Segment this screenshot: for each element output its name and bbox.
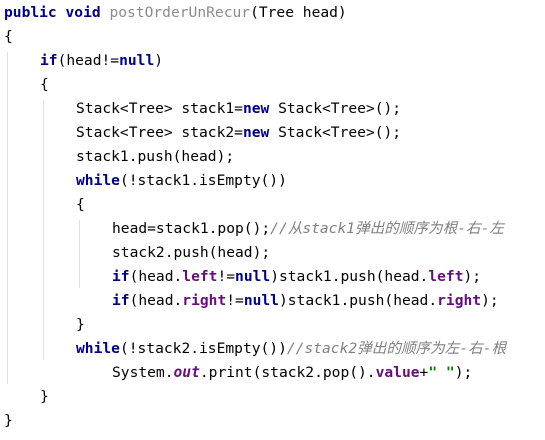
code-token: } — [76, 316, 85, 333]
keyword-token: null — [235, 268, 271, 285]
code-token: (Tree head) — [250, 4, 347, 21]
code-line: if(head.right!=null)stack1.push(head.rig… — [112, 290, 499, 314]
code-token: { — [4, 28, 13, 45]
code-line: Stack<Tree> stack1=new Stack<Tree>(); — [76, 98, 401, 122]
keyword-token: if — [112, 268, 130, 285]
field-token: value — [375, 364, 420, 381]
code-token: { — [40, 76, 49, 93]
code-token: != — [217, 268, 236, 285]
code-token: } — [4, 412, 13, 429]
code-line: System.out.print(stack2.pop().value+" ")… — [112, 362, 472, 386]
comment-token: //stack2弹出的顺序为左-右-根 — [286, 340, 507, 357]
code-line: } — [76, 314, 85, 338]
indent-guide — [43, 100, 44, 360]
code-token: ); — [481, 292, 499, 309]
code-line: } — [40, 386, 49, 410]
code-line: } — [4, 410, 13, 434]
code-line: stack2.push(head); — [112, 242, 270, 266]
code-line: head=stack1.pop();//从stack1弹出的顺序为根-右-左 — [112, 218, 504, 242]
comment-token: //从stack1弹出的顺序为根-右-左 — [270, 220, 504, 237]
code-token: Stack<Tree>(); — [269, 124, 402, 141]
code-token: ); — [454, 364, 473, 381]
code-token: (!stack2.isEmpty()) — [119, 340, 287, 357]
keyword-token: void — [65, 4, 101, 21]
method-name-token: postOrderUnRecur — [109, 4, 251, 21]
code-token: Stack<Tree> stack2= — [76, 124, 243, 141]
code-token: ); — [463, 268, 482, 285]
code-line: { — [40, 74, 49, 98]
field-token: right — [182, 292, 227, 309]
code-token: System. — [112, 364, 174, 381]
code-area[interactable]: public void postOrderUnRecur(Tree head) {… — [4, 2, 542, 438]
code-token: (!stack1.isEmpty()) — [119, 172, 287, 189]
code-token: )stack1.push(head. — [270, 268, 429, 285]
code-line: while(!stack2.isEmpty())//stack2弹出的顺序为左-… — [76, 338, 506, 362]
field-token: left — [428, 268, 464, 285]
code-token: (head!= — [57, 52, 120, 69]
code-token: { — [76, 196, 85, 213]
code-token: head=stack1.pop(); — [112, 220, 271, 237]
keyword-token: null — [243, 292, 279, 309]
field-token: right — [437, 292, 482, 309]
code-line: stack1.push(head); — [76, 146, 234, 170]
indent-guide — [79, 220, 80, 288]
keyword-token: if — [40, 52, 58, 69]
code-token: stack2.push(head); — [112, 244, 271, 261]
indent-guide — [7, 52, 8, 384]
keyword-token: null — [119, 52, 155, 69]
keyword-token: public — [4, 4, 57, 21]
code-editor-screenshot: { "editor": { "language": "java", "lines… — [0, 0, 545, 440]
keyword-token: new — [242, 124, 270, 141]
code-line: if(head.left!=null)stack1.push(head.left… — [112, 266, 481, 290]
code-token: stack1.push(head); — [76, 148, 235, 165]
code-token: )stack1.push(head. — [278, 292, 438, 309]
code-token: } — [40, 388, 49, 405]
code-line: { — [4, 26, 13, 50]
code-token: .print(stack2.pop(). — [199, 364, 376, 381]
code-line: { — [76, 194, 85, 218]
code-token: Stack<Tree>(); — [269, 100, 402, 117]
code-line: Stack<Tree> stack2=new Stack<Tree>(); — [76, 122, 401, 146]
code-token: (head. — [129, 292, 183, 309]
keyword-token: while — [76, 340, 120, 357]
keyword-token: while — [76, 172, 120, 189]
code-line: public void postOrderUnRecur(Tree head) — [4, 2, 347, 26]
static-field-token: out — [173, 364, 200, 381]
keyword-token: if — [112, 292, 130, 309]
code-line: while(!stack1.isEmpty()) — [76, 170, 287, 194]
keyword-token: new — [242, 100, 270, 117]
code-token: ) — [154, 52, 164, 69]
code-token: != — [226, 292, 244, 309]
code-token: Stack<Tree> stack1= — [76, 100, 243, 117]
field-token: left — [182, 268, 218, 285]
string-token: " " — [428, 364, 455, 381]
code-line: if(head!=null) — [40, 50, 163, 74]
code-token: (head. — [129, 268, 183, 285]
